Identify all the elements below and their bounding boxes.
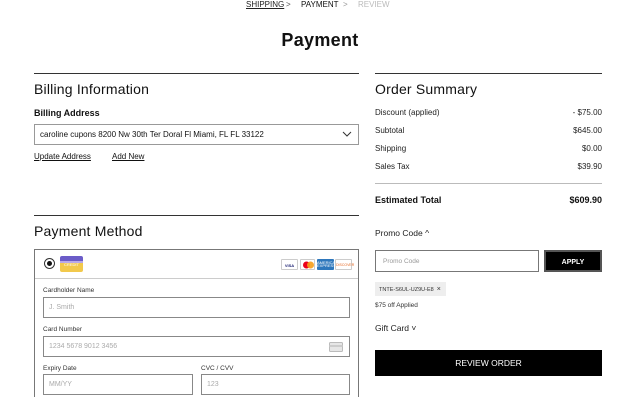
summary-label: Subtotal [375, 126, 405, 135]
mastercard-icon [300, 259, 315, 270]
cvc-label: CVC / CVV [201, 365, 234, 372]
summary-label: Shipping [375, 144, 407, 153]
card-icon [329, 342, 343, 352]
cardholder-name-label: Cardholder Name [43, 287, 95, 294]
summary-value: $0.00 [581, 144, 602, 153]
breadcrumb: SHIPPING > PAYMENT > REVIEW [0, 0, 640, 12]
applied-code: TNTE-S6UL-UZ9U-E8 [379, 287, 434, 293]
breadcrumb-review: REVIEW [358, 0, 390, 9]
summary-value: $39.90 [577, 162, 602, 171]
mastercard-circles [303, 261, 314, 269]
total-label: Estimated Total [375, 195, 442, 205]
summary-label: Sales Tax [375, 162, 410, 171]
divider [375, 183, 602, 184]
cvc-input[interactable]: 123 [201, 374, 350, 395]
visa-label: VISA [284, 263, 295, 268]
close-icon[interactable]: × [437, 286, 441, 293]
applied-promo-chip: TNTE-S6UL-UZ9U-E8 × [375, 282, 446, 296]
selected-address: caroline cupons 8200 Nw 30th Ter Doral F… [40, 130, 264, 139]
apply-promo-button[interactable]: APPLY [544, 250, 602, 272]
discover-icon: DISCOVER [335, 259, 354, 270]
divider [375, 73, 602, 74]
add-new-address-link[interactable]: Add New [112, 152, 144, 161]
expiry-date-input[interactable]: MM/YY [43, 374, 193, 395]
credit-card-icon: CREDIT [60, 256, 83, 272]
divider [34, 215, 359, 216]
amex-icon: AMERICAN EXPRESS [317, 259, 339, 270]
summary-row-subtotal: Subtotal $645.00 [375, 126, 602, 135]
total-value: $609.90 [569, 195, 602, 205]
expiry-date-label: Expiry Date [43, 365, 77, 372]
payment-method-card: CREDIT VISA AMERICAN EXPRESS DISCOVER Ca… [34, 249, 359, 397]
summary-value: $645.00 [573, 126, 602, 135]
cardholder-name-input[interactable]: J. Smith [43, 297, 350, 318]
breadcrumb-shipping[interactable]: SHIPPING [246, 0, 284, 9]
breadcrumb-separator: > [343, 0, 348, 9]
billing-address-select[interactable]: caroline cupons 8200 Nw 30th Ter Doral F… [34, 124, 359, 145]
promo-code-toggle[interactable]: Promo Code ^ [375, 228, 429, 238]
gift-card-toggle[interactable]: Gift Card ˅ [375, 323, 416, 333]
divider [34, 73, 359, 74]
card-number-label: Card Number [43, 326, 83, 333]
update-address-link[interactable]: Update Address [34, 152, 91, 161]
summary-row-tax: Sales Tax $39.90 [375, 162, 602, 171]
visa-icon: VISA [281, 259, 298, 270]
credit-card-option[interactable]: CREDIT VISA AMERICAN EXPRESS DISCOVER [35, 250, 358, 279]
review-order-button[interactable]: REVIEW ORDER [375, 350, 602, 376]
credit-card-radio[interactable] [44, 258, 55, 269]
card-number-placeholder: 1234 5678 9012 3456 [49, 343, 118, 350]
payment-method-heading: Payment Method [34, 223, 143, 239]
page-title: Payment [281, 30, 359, 50]
promo-applied-note: $75 off Applied [375, 302, 418, 309]
card-number-input[interactable]: 1234 5678 9012 3456 [43, 336, 350, 357]
chevron-down-icon [342, 131, 352, 137]
breadcrumb-payment: PAYMENT [301, 0, 339, 9]
billing-address-label: Billing Address [34, 108, 100, 118]
estimated-total-row: Estimated Total $609.90 [375, 195, 602, 205]
summary-row-shipping: Shipping $0.00 [375, 144, 602, 153]
summary-value: - $75.00 [572, 108, 602, 117]
breadcrumb-separator: > [286, 0, 291, 9]
billing-heading: Billing Information [34, 81, 150, 97]
promo-code-input[interactable]: Promo Code [375, 250, 539, 272]
order-summary-heading: Order Summary [375, 81, 478, 97]
summary-label: Discount (applied) [375, 108, 440, 117]
summary-row-discount: Discount (applied) - $75.00 [375, 108, 602, 117]
